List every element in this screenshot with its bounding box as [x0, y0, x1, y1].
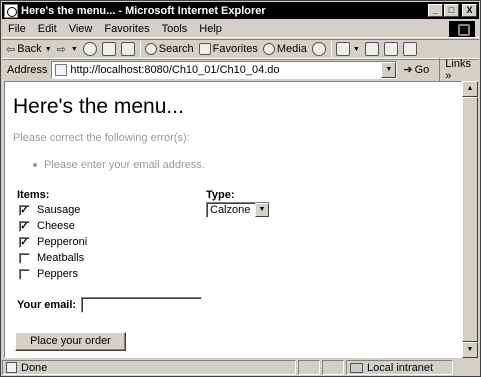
type-select[interactable]: Calzone ▼: [206, 202, 270, 218]
menu-tools[interactable]: Tools: [156, 23, 194, 35]
security-zone: Local intranet: [346, 360, 453, 375]
favorites-icon: [198, 43, 211, 55]
checkbox-peppers[interactable]: [19, 268, 30, 280]
mail-button[interactable]: ▼: [335, 42, 360, 56]
item-label: Pepperoni: [37, 236, 88, 248]
email-field[interactable]: [81, 297, 202, 313]
error-list-item: Please enter your email address.: [33, 159, 205, 171]
media-icon: [262, 43, 275, 55]
item-label: Meatballs: [37, 252, 85, 264]
standard-toolbar: ⇦ Back ▼ ⇨ ▼ Search Favorites Media ▼: [2, 39, 479, 59]
title-bar[interactable]: Here's the menu... - Microsoft Internet …: [2, 2, 479, 19]
go-button[interactable]: ➔ Go: [403, 63, 430, 77]
links-label: Links: [445, 57, 471, 70]
favorites-button[interactable]: Favorites: [198, 43, 258, 55]
search-icon: [144, 43, 157, 55]
maximize-button[interactable]: □: [444, 4, 459, 17]
menu-help[interactable]: Help: [193, 23, 228, 35]
links-button[interactable]: Links »: [439, 57, 479, 82]
favorites-label: Favorites: [212, 43, 258, 55]
refresh-icon[interactable]: [101, 42, 116, 56]
checkbox-pepperoni[interactable]: ✓: [19, 236, 30, 248]
home-icon[interactable]: [120, 42, 135, 56]
type-selected-value: Calzone: [210, 204, 251, 216]
page-content: Here's the menu... Please correct the fo…: [4, 81, 462, 358]
minimize-button[interactable]: _: [428, 4, 443, 17]
address-url[interactable]: http://localhost:8080/Ch10_01/Ch10_04.do: [70, 64, 279, 76]
scroll-up-icon[interactable]: ▲: [462, 81, 478, 97]
page-title: Here's the menu...: [13, 95, 184, 118]
address-input[interactable]: http://localhost:8080/Ch10_01/Ch10_04.do…: [51, 60, 398, 79]
search-button[interactable]: Search: [144, 43, 194, 55]
item-label: Sausage: [37, 204, 81, 216]
intranet-icon: [350, 362, 363, 373]
bullet-icon: [33, 163, 37, 167]
scroll-thumb[interactable]: [462, 97, 478, 342]
close-button[interactable]: X: [462, 4, 477, 17]
item-meatballs[interactable]: Meatballs: [19, 252, 84, 264]
checkbox-cheese[interactable]: ✓: [19, 220, 30, 232]
address-dropdown-icon[interactable]: ▼: [381, 61, 397, 78]
menu-bar: File Edit View Favorites Tools Help: [2, 20, 479, 38]
page-done-icon: [6, 362, 17, 373]
item-label: Cheese: [37, 220, 75, 232]
chevron-down-icon[interactable]: ▼: [353, 46, 360, 53]
forward-button[interactable]: ⇨ ▼: [57, 43, 78, 56]
back-label: Back: [17, 43, 42, 55]
browser-window: Here's the menu... - Microsoft Internet …: [0, 0, 481, 377]
toolbar-separator: [139, 41, 141, 57]
place-order-button[interactable]: Place your order: [15, 332, 126, 351]
back-button[interactable]: ⇦ Back ▼: [6, 43, 52, 56]
ie-page-icon: [4, 3, 18, 18]
email-label: Your email:: [17, 299, 77, 311]
status-panel: [322, 360, 344, 375]
edit-icon[interactable]: [383, 42, 398, 56]
address-bar: Address http://localhost:8080/Ch10_01/Ch…: [2, 57, 479, 82]
scroll-down-icon[interactable]: ▼: [462, 342, 478, 358]
item-peppers[interactable]: Peppers: [19, 268, 78, 280]
item-sausage[interactable]: ✓ Sausage: [19, 204, 80, 216]
items-label: Items:: [17, 189, 50, 201]
error-intro: Please correct the following error(s):: [13, 132, 190, 144]
zone-label: Local intranet: [367, 361, 434, 374]
vertical-scrollbar[interactable]: ▲ ▼: [462, 81, 478, 358]
go-arrow-icon: ➔: [403, 64, 413, 76]
back-arrow-icon: ⇦: [6, 43, 16, 56]
type-label: Type:: [206, 189, 235, 201]
menu-file[interactable]: File: [2, 23, 32, 35]
discuss-icon[interactable]: [402, 42, 417, 56]
address-label: Address: [7, 63, 48, 76]
status-main: Done: [2, 360, 296, 375]
media-label: Media: [276, 43, 307, 55]
stop-icon[interactable]: [82, 42, 97, 56]
windows-logo-icon: [449, 21, 475, 37]
media-button[interactable]: Media: [262, 43, 307, 55]
window-title: Here's the menu... - Microsoft Internet …: [21, 4, 266, 17]
go-label: Go: [414, 63, 430, 76]
menu-favorites[interactable]: Favorites: [98, 23, 155, 35]
page-icon: [55, 63, 68, 76]
print-icon[interactable]: [364, 42, 379, 56]
error-message: Please enter your email address.: [44, 159, 205, 171]
item-cheese[interactable]: ✓ Cheese: [19, 220, 75, 232]
toolbar-separator: [330, 41, 332, 57]
status-panel: [298, 360, 320, 375]
search-label: Search: [158, 43, 194, 55]
menu-view[interactable]: View: [63, 23, 99, 35]
history-icon[interactable]: [311, 42, 326, 56]
checkbox-sausage[interactable]: ✓: [19, 204, 30, 216]
checkbox-meatballs[interactable]: [19, 252, 30, 264]
forward-arrow-icon: ⇨: [56, 43, 66, 56]
mail-icon: [335, 42, 350, 56]
chevron-down-icon[interactable]: ▼: [71, 46, 78, 53]
menu-edit[interactable]: Edit: [32, 23, 63, 35]
item-label: Peppers: [37, 268, 78, 280]
status-bar: Done Local intranet: [2, 359, 479, 376]
item-pepperoni[interactable]: ✓ Pepperoni: [19, 236, 87, 248]
chevron-down-icon[interactable]: ▼: [255, 203, 269, 217]
chevron-down-icon[interactable]: ▼: [45, 46, 52, 53]
status-text: Done: [21, 361, 48, 374]
